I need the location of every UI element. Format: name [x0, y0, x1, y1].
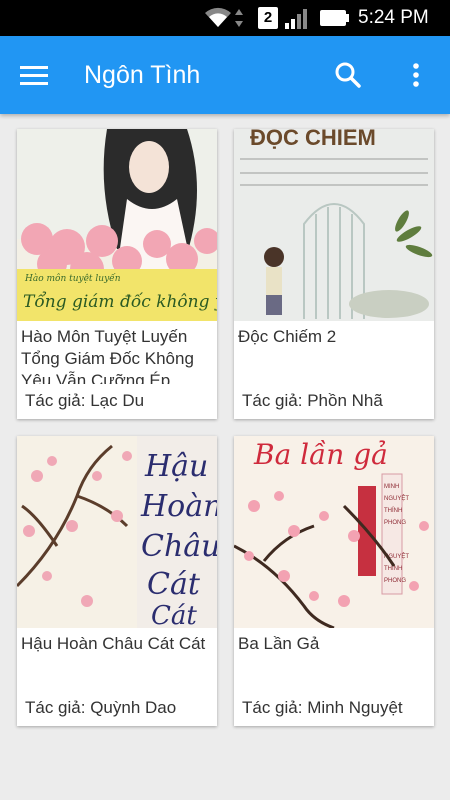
book-author: Tác giả: Phồn Nhã: [242, 391, 383, 410]
svg-text:NGUYỆT: NGUYỆT: [384, 494, 409, 502]
book-cover: ĐỘC CHIẾM: [234, 129, 434, 321]
book-author: Tác giả: Lạc Du: [25, 391, 145, 410]
book-cover: Ba lần gả MINH NGUYỆT THÍNH PHONG NGUYỆT THÍ…: [234, 436, 434, 628]
signal-icon: [285, 9, 307, 29]
svg-text:Cát: Cát: [147, 567, 201, 602]
book-author: Tác giả: Quỳnh Dao: [25, 698, 177, 717]
book-card[interactable]: Ba lần gả MINH NGUYỆT THÍNH PHONG NGUYỆT THÍ…: [234, 436, 434, 726]
sim-icon: 2: [258, 7, 278, 29]
book-title: Hào Môn Tuyệt Luyến Tổng Giám Đốc Không …: [21, 327, 194, 384]
more-vert-icon[interactable]: [396, 55, 436, 95]
cover-text: Tổng giám đốc không yêu: [23, 292, 217, 312]
svg-text:MINH: MINH: [384, 484, 399, 490]
status-time: 5:24 PM: [358, 7, 429, 28]
data-arrows-icon: [235, 9, 243, 27]
svg-text:Hậu: Hậu: [144, 449, 208, 484]
cover-text: ĐỘC CHIẾM: [250, 129, 376, 150]
book-cover: Hậu Hoàn Châu Cát Cát: [17, 436, 217, 628]
book-card[interactable]: ĐỘC CHIẾM Độc Chiếm 2 Tác giả: Phồn Nhã: [234, 129, 434, 419]
book-title: Hậu Hoàn Châu Cát Cát: [21, 634, 206, 653]
svg-text:Châu: Châu: [141, 529, 217, 564]
menu-icon[interactable]: [14, 55, 54, 95]
book-card[interactable]: Hào môn tuyệt luyến Tổng giám đốc không …: [17, 129, 217, 419]
page-title: Ngôn Tình: [84, 61, 201, 89]
book-grid: Hào môn tuyệt luyến Tổng giám đốc không …: [0, 114, 450, 800]
book-cover: Hào môn tuyệt luyến Tổng giám đốc không …: [17, 129, 217, 321]
book-title: Độc Chiếm 2: [238, 327, 337, 346]
search-icon[interactable]: [328, 55, 368, 95]
svg-text:THÍNH: THÍNH: [384, 507, 402, 514]
book-card[interactable]: Hậu Hoàn Châu Cát Cát Hậu Hoàn Châu Cát …: [17, 436, 217, 726]
svg-text:PHONG: PHONG: [384, 520, 406, 526]
battery-icon: [320, 10, 349, 26]
app-bar: Ngôn Tình: [0, 36, 450, 114]
svg-text:Hoàn: Hoàn: [140, 489, 217, 524]
svg-text:Hào môn tuyệt luyến: Hào môn tuyệt luyến: [24, 273, 121, 284]
svg-text:PHONG: PHONG: [384, 578, 406, 584]
status-bar: 2 5:24 PM: [0, 0, 450, 36]
wifi-icon: [205, 7, 231, 28]
book-title: Ba Lần Gả: [238, 634, 320, 653]
cover-text: Ba lần gả: [253, 438, 388, 471]
book-author: Tác giả: Minh Nguyệt: [242, 698, 403, 717]
svg-text:Cát: Cát: [151, 601, 197, 628]
